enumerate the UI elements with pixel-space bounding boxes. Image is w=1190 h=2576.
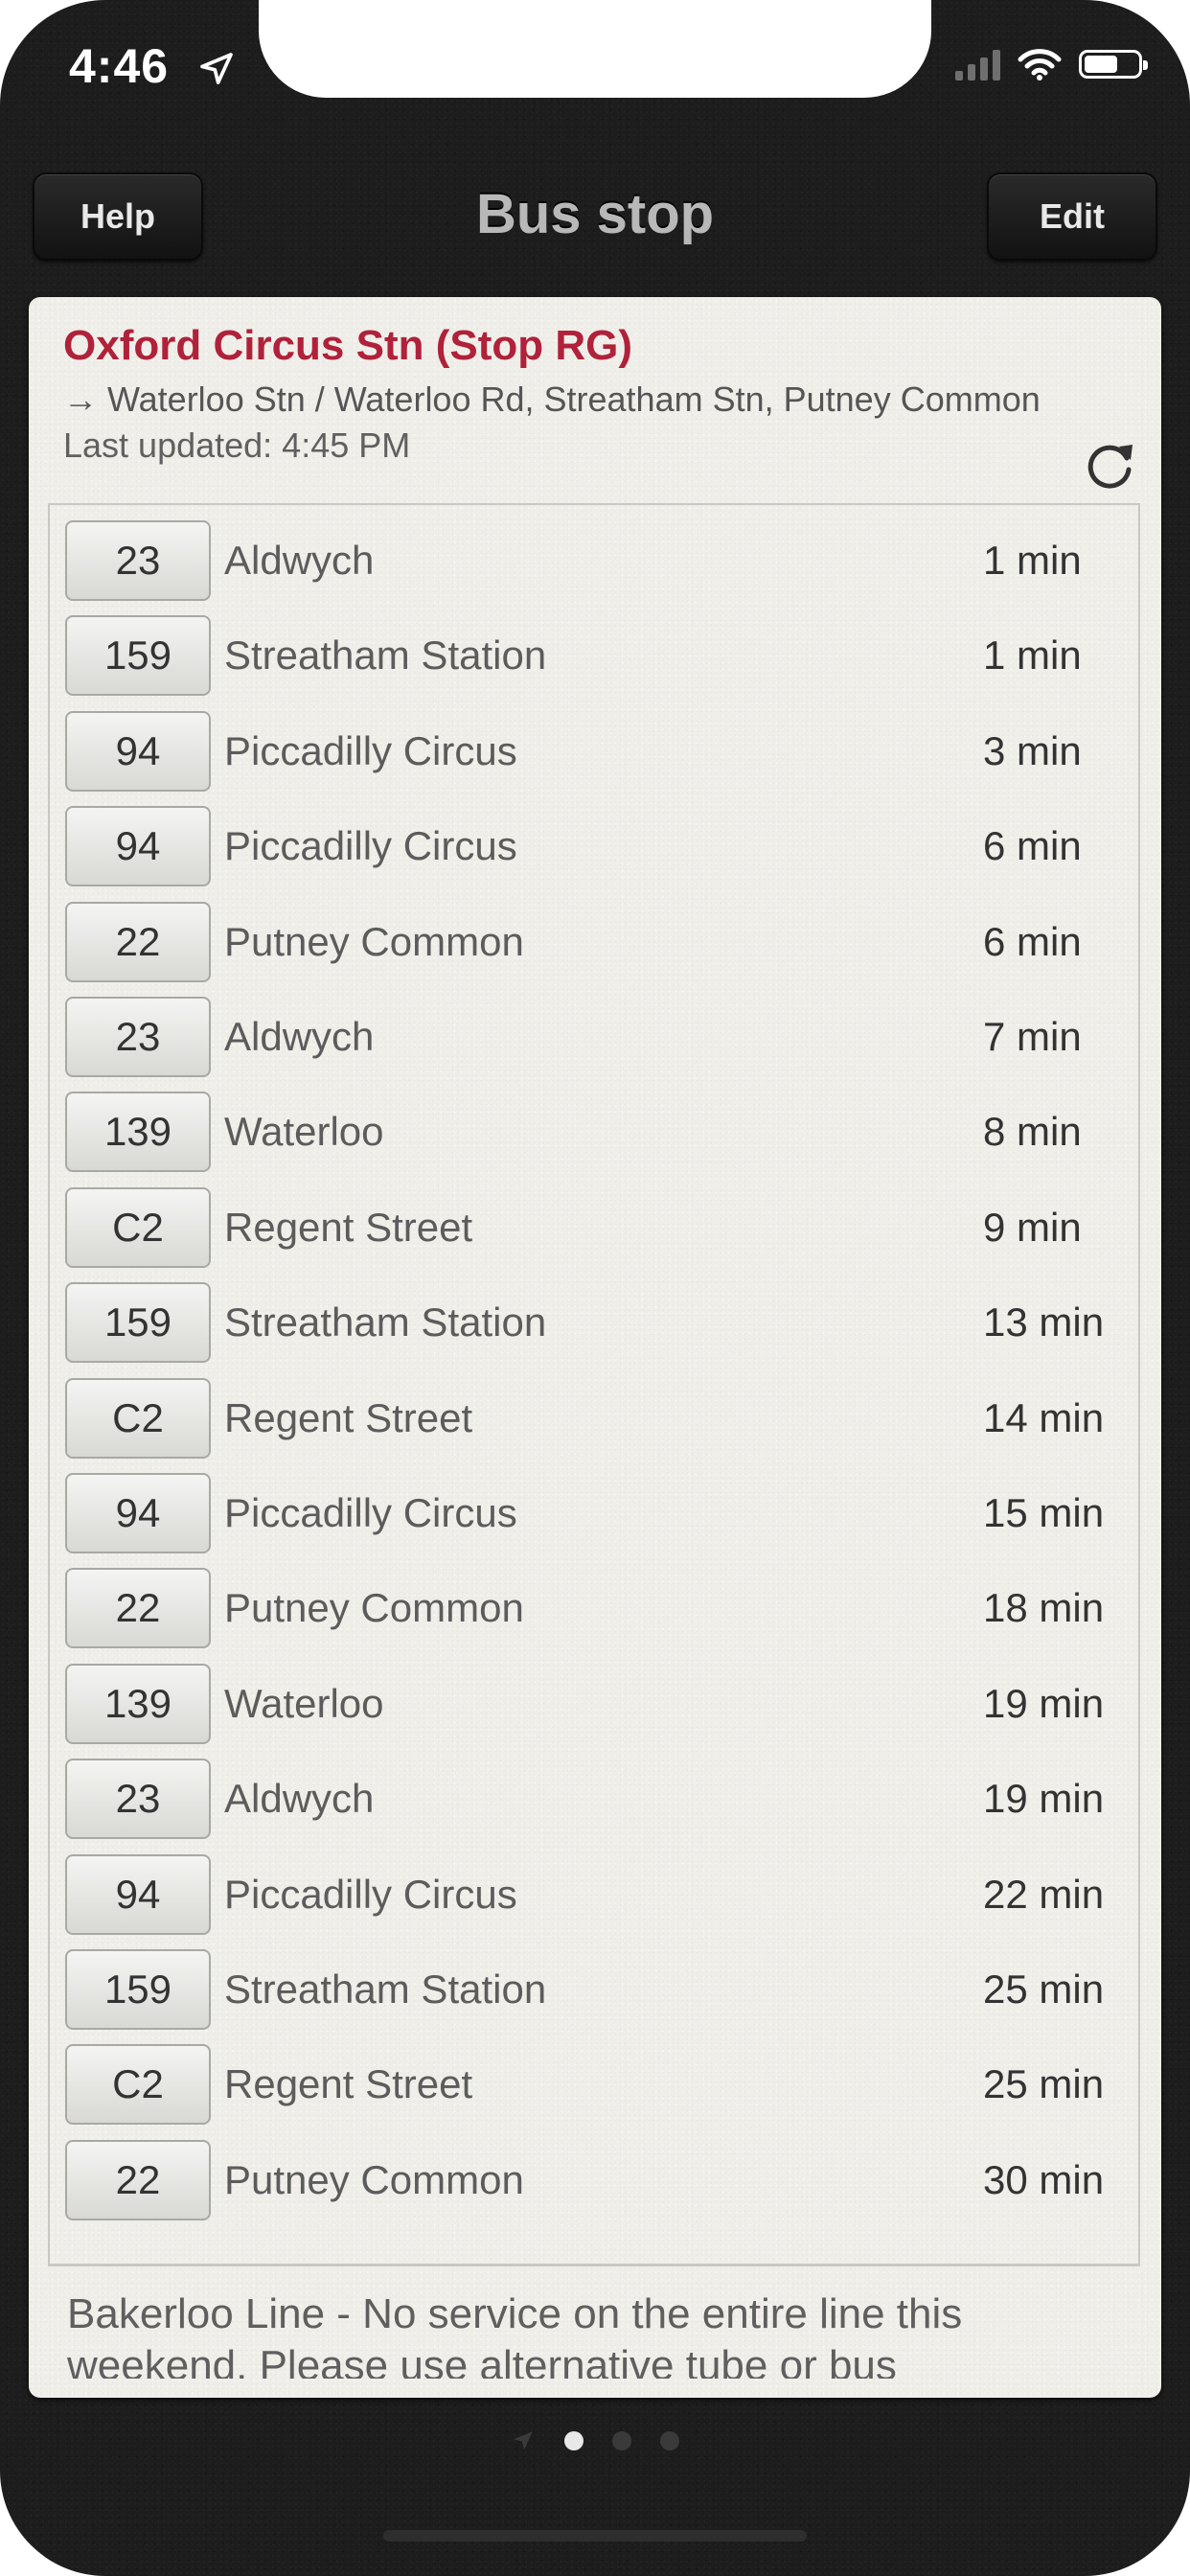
eta-label: 14 min: [983, 1394, 1105, 1440]
route-number-badge: 159: [65, 1282, 211, 1364]
page-dot[interactable]: [564, 2431, 584, 2450]
arrival-row[interactable]: 94 Piccadilly Circus 6 min: [65, 806, 1129, 888]
arrival-row[interactable]: C2 Regent Street 25 min: [65, 2044, 1129, 2127]
arrivals-list[interactable]: 23 Aldwych 1 min 159 Streatham Station 1 min 9…: [48, 503, 1140, 2266]
destination-label: Streatham Station: [224, 1966, 547, 2012]
eta-label: 7 min: [983, 1014, 1082, 1059]
destination-label: Regent Street: [224, 1204, 473, 1250]
eta-label: 25 min: [983, 1966, 1105, 2012]
destination-label: Aldwych: [224, 1776, 375, 1822]
destination-label: Piccadilly Circus: [224, 1490, 517, 1535]
status-indicators: [955, 48, 1148, 80]
eta-label: 30 min: [983, 2156, 1105, 2202]
route-number-badge: 23: [65, 520, 211, 601]
arrival-row[interactable]: C2 Regent Street 14 min: [65, 1377, 1129, 1460]
route-number-badge: C2: [65, 1377, 211, 1459]
location-page-icon: [514, 2431, 533, 2450]
destination-label: Waterloo: [224, 1680, 384, 1726]
arrival-row[interactable]: 22 Putney Common 30 min: [65, 2139, 1129, 2222]
destination-label: Streatham Station: [224, 632, 547, 678]
route-number-badge: 22: [65, 901, 211, 982]
eta-label: 1 min: [983, 632, 1082, 678]
wifi-icon: [1018, 49, 1062, 80]
eta-label: 13 min: [983, 1300, 1105, 1346]
arrival-row[interactable]: 23 Aldwych 7 min: [65, 997, 1129, 1079]
arrival-row[interactable]: 139 Waterloo 19 min: [65, 1663, 1129, 1746]
arrival-row[interactable]: 139 Waterloo 8 min: [65, 1092, 1129, 1174]
arrival-row[interactable]: 22 Putney Common 6 min: [65, 901, 1129, 984]
destination-label: Piccadilly Circus: [224, 727, 517, 773]
eta-label: 9 min: [983, 1204, 1082, 1250]
eta-label: 18 min: [983, 1585, 1105, 1631]
location-arrow-icon: [200, 53, 233, 84]
route-number-badge: 94: [65, 806, 211, 887]
route-number-badge: 94: [65, 710, 211, 792]
route-number-badge: 23: [65, 997, 211, 1077]
eta-label: 8 min: [983, 1109, 1082, 1155]
eta-label: 22 min: [983, 1871, 1105, 1917]
home-indicator[interactable]: [383, 2530, 807, 2542]
destination-label: Piccadilly Circus: [224, 1871, 517, 1917]
route-number-badge: 159: [65, 615, 211, 697]
route-number-badge: 23: [65, 1759, 211, 1840]
arrival-row[interactable]: C2 Regent Street 9 min: [65, 1186, 1129, 1270]
route-number-badge: 22: [65, 1568, 211, 1649]
route-number-badge: 22: [65, 2139, 211, 2220]
arrival-row[interactable]: 159 Streatham Station 25 min: [65, 1949, 1129, 2032]
service-alert: Bakerloo Line - No service on the entire…: [48, 2264, 1140, 2379]
route-number-badge: 139: [65, 1092, 211, 1173]
arrival-row[interactable]: 22 Putney Common 18 min: [65, 1568, 1129, 1650]
destination-label: Putney Common: [224, 1585, 524, 1631]
eta-label: 6 min: [983, 823, 1082, 869]
destination-label: Putney Common: [224, 918, 524, 964]
page-dot[interactable]: [612, 2431, 631, 2450]
destination-label: Regent Street: [224, 2061, 473, 2107]
status-time: 4:46: [69, 39, 170, 93]
arrival-row[interactable]: 23 Aldwych 1 min: [65, 520, 1129, 603]
eta-label: 19 min: [983, 1776, 1105, 1822]
bus-stop-card: Oxford Circus Stn (Stop RG) → Waterloo S…: [29, 297, 1161, 2398]
route-number-badge: 139: [65, 1663, 211, 1744]
destination-label: Piccadilly Circus: [224, 823, 517, 869]
destination-label: Putney Common: [224, 2156, 524, 2202]
route-number-badge: 94: [65, 1853, 211, 1935]
destination-label: Regent Street: [224, 1394, 473, 1440]
eta-label: 1 min: [983, 538, 1082, 583]
page-dot[interactable]: [660, 2431, 679, 2450]
eta-label: 6 min: [983, 918, 1082, 964]
route-number-badge: C2: [65, 2044, 211, 2126]
destination-label: Waterloo: [224, 1109, 384, 1155]
app-screen: 4:46 Help Bus stop Edit Oxford Circus St…: [0, 0, 1190, 2576]
destination-label: Streatham Station: [224, 1300, 547, 1346]
route-number-badge: C2: [65, 1186, 211, 1268]
stop-name: Oxford Circus Stn (Stop RG): [63, 322, 632, 369]
arrival-row[interactable]: 159 Streatham Station 1 min: [65, 615, 1129, 698]
arrival-row[interactable]: 159 Streatham Station 13 min: [65, 1282, 1129, 1365]
battery-icon: [1079, 50, 1148, 79]
edit-button[interactable]: Edit: [987, 172, 1157, 261]
arrival-row[interactable]: 94 Piccadilly Circus 22 min: [65, 1853, 1129, 1937]
page-indicator[interactable]: [0, 2428, 1190, 2453]
eta-label: 19 min: [983, 1680, 1105, 1726]
eta-label: 25 min: [983, 2061, 1105, 2107]
device-notch: [259, 0, 931, 98]
last-updated: Last updated: 4:45 PM: [63, 426, 411, 465]
cellular-signal-icon: [955, 48, 1000, 80]
route-number-badge: 159: [65, 1949, 211, 2030]
eta-label: 3 min: [983, 727, 1082, 773]
route-number-badge: 94: [65, 1473, 211, 1553]
destination-label: Aldwych: [224, 538, 375, 583]
destination-label: Aldwych: [224, 1014, 375, 1059]
arrival-row[interactable]: 94 Piccadilly Circus 3 min: [65, 710, 1129, 794]
service-alert-text: Bakerloo Line - No service on the entire…: [67, 2290, 963, 2379]
stop-directions: → Waterloo Stn / Waterloo Rd, Streatham …: [63, 380, 1041, 419]
arrival-row[interactable]: 94 Piccadilly Circus 15 min: [65, 1473, 1129, 1555]
refresh-icon[interactable]: [1079, 433, 1140, 494]
arrival-row[interactable]: 23 Aldwych 19 min: [65, 1759, 1129, 1841]
eta-label: 15 min: [983, 1490, 1105, 1535]
